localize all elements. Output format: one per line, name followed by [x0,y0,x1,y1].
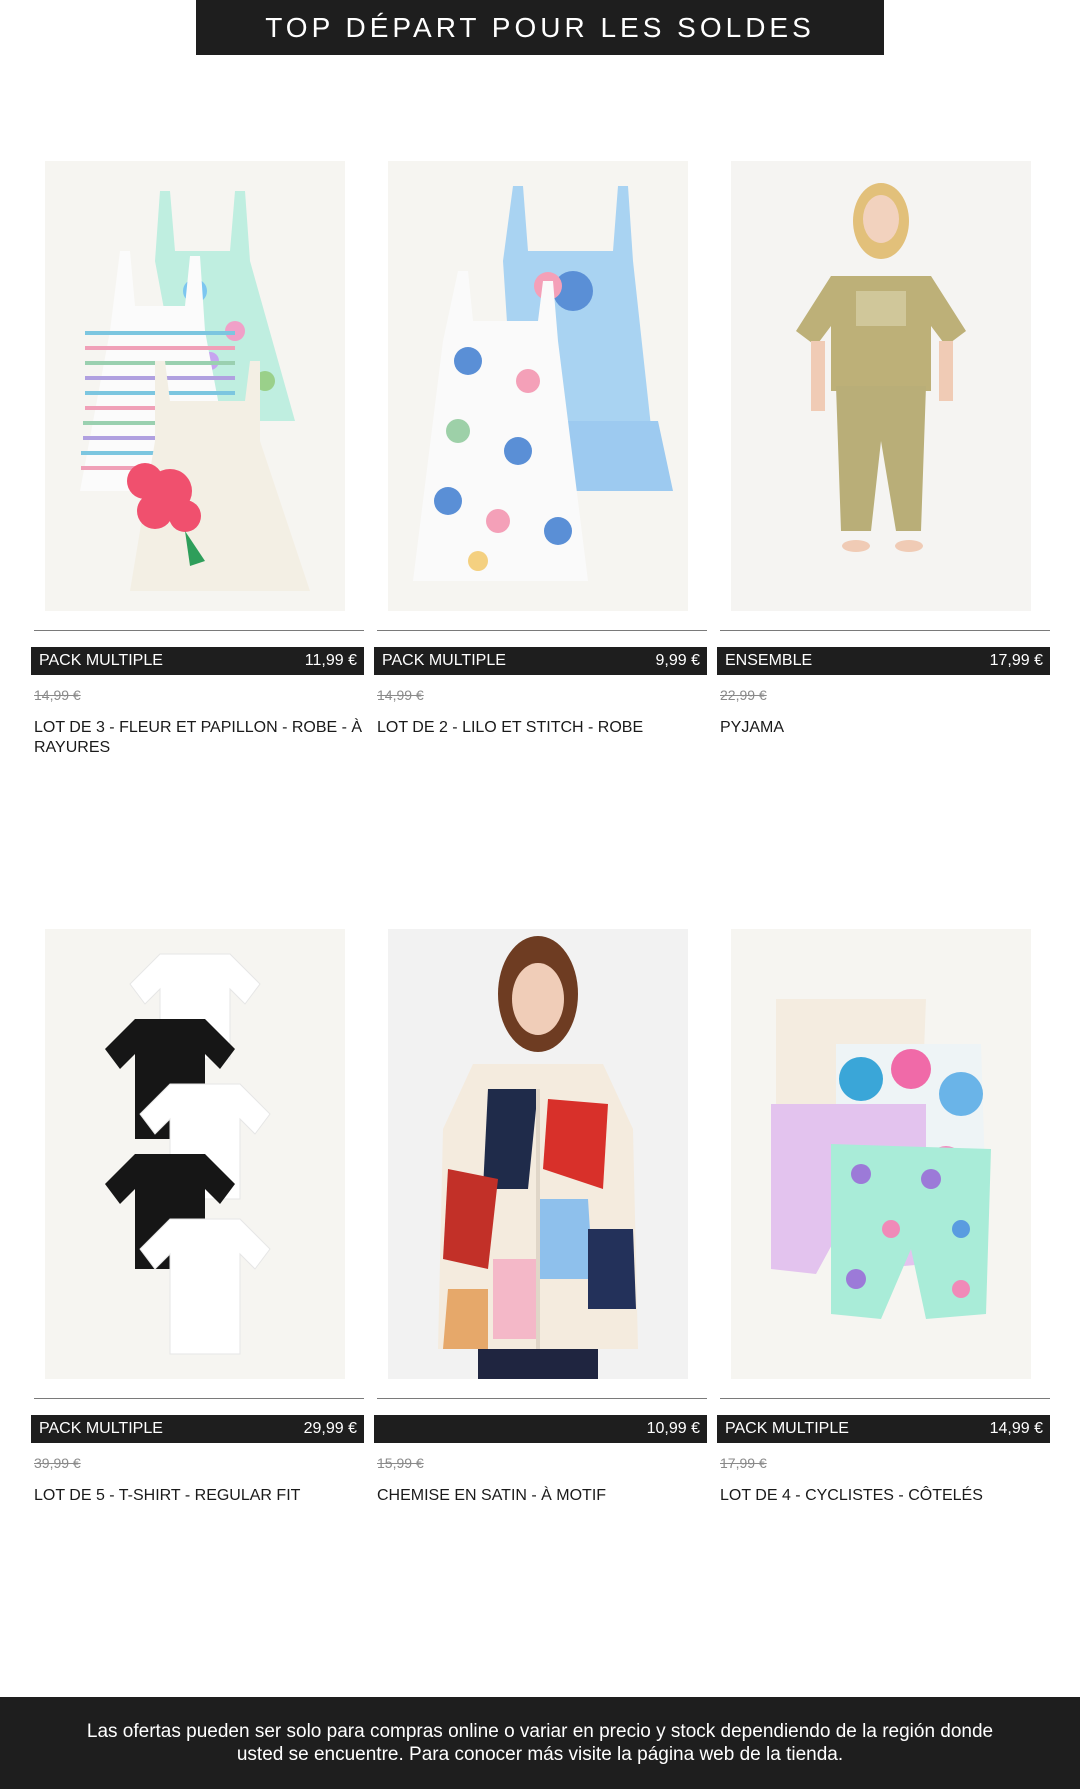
product-title[interactable]: LOT DE 2 - LILO ET STITCH - ROBE [377,718,707,738]
old-price: 39,99 € [34,1455,81,1471]
stitch-dress-illustration [388,161,688,611]
dresses-flower-illustration [45,161,345,611]
old-price: 22,99 € [720,687,767,703]
disclaimer-footer: Las ofertas pueden ser solo para compras… [0,1697,1080,1789]
price-bar: PACK MULTIPLE 29,99 € [31,1415,364,1443]
product-price: 17,99 € [989,652,1043,669]
price-bar: 10,99 € [374,1415,707,1443]
divider [377,1398,707,1399]
product-title[interactable]: PYJAMA [720,718,1050,738]
old-price: 14,99 € [34,687,81,703]
product-image[interactable] [45,929,345,1379]
product-price: 11,99 € [304,652,357,669]
product-tag: PACK MULTIPLE [725,1420,849,1437]
tshirts-illustration [45,929,345,1379]
product-price: 29,99 € [303,1420,357,1437]
divider [720,1398,1050,1399]
product-price: 10,99 € [646,1420,700,1437]
promo-banner: TOP DÉPART POUR LES SOLDES [196,0,884,55]
product-card-stitch-dress[interactable]: PACK MULTIPLE 9,99 € 14,99 € LOT DE 2 - … [374,161,707,781]
price-bar: PACK MULTIPLE 11,99 € [31,647,364,675]
product-card-satin-shirt[interactable]: 10,99 € 15,99 € CHEMISE EN SATIN - À MOT… [374,929,707,1549]
price-bar: PACK MULTIPLE 9,99 € [374,647,707,675]
divider [34,1398,364,1399]
divider [34,630,364,631]
product-tag: PACK MULTIPLE [382,652,506,669]
old-price: 14,99 € [377,687,424,703]
product-card-tshirts[interactable]: PACK MULTIPLE 29,99 € 39,99 € LOT DE 5 -… [31,929,364,1549]
product-tag: PACK MULTIPLE [39,652,163,669]
old-price: 15,99 € [377,1455,424,1471]
product-tag: PACK MULTIPLE [39,1420,163,1437]
product-tag: ENSEMBLE [725,652,813,669]
price-bar: ENSEMBLE 17,99 € [717,647,1050,675]
pyjama-illustration [731,161,1031,611]
product-image[interactable] [731,161,1031,611]
product-image[interactable] [388,161,688,611]
product-price: 14,99 € [989,1420,1043,1437]
product-card-dresses-flower[interactable]: PACK MULTIPLE 11,99 € 14,99 € LOT DE 3 -… [31,161,364,781]
disclaimer-text: Las ofertas pueden ser solo para compras… [86,1721,994,1765]
price-bar: PACK MULTIPLE 14,99 € [717,1415,1050,1443]
product-title[interactable]: CHEMISE EN SATIN - À MOTIF [377,1486,707,1506]
product-image[interactable] [388,929,688,1379]
product-title[interactable]: LOT DE 3 - FLEUR ET PAPILLON - ROBE - À … [34,718,364,758]
product-card-cyclists[interactable]: PACK MULTIPLE 14,99 € 17,99 € LOT DE 4 -… [717,929,1050,1549]
product-title[interactable]: LOT DE 5 - T-SHIRT - REGULAR FIT [34,1486,364,1506]
satin-shirt-illustration [388,929,688,1379]
old-price: 17,99 € [720,1455,767,1471]
divider [720,630,1050,631]
product-title[interactable]: LOT DE 4 - CYCLISTES - CÔTELÉS [720,1486,1050,1506]
banner-title: TOP DÉPART POUR LES SOLDES [265,11,815,43]
product-image[interactable] [45,161,345,611]
product-image[interactable] [731,929,1031,1379]
cycling-shorts-illustration [731,929,1031,1379]
divider [377,630,707,631]
product-card-pyjama[interactable]: ENSEMBLE 17,99 € 22,99 € PYJAMA [717,161,1050,781]
product-price: 9,99 € [655,652,700,669]
